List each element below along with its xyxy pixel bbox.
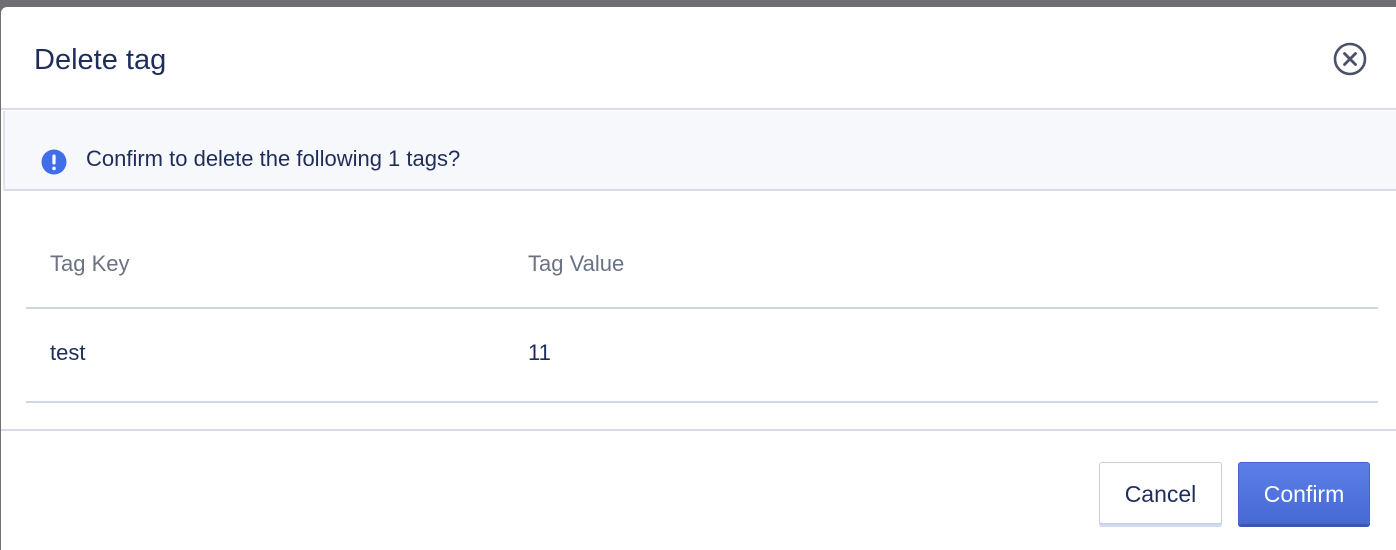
alert-message: Confirm to delete the following 1 tags? [86, 146, 461, 171]
confirm-button[interactable]: Confirm [1238, 462, 1370, 524]
tags-table: Tag Key Tag Value test 11 [26, 222, 1378, 403]
tag-key-cell: test [50, 340, 86, 365]
tag-value-cell: 11 [528, 340, 551, 365]
column-header-tag-key: Tag Key [50, 251, 130, 276]
column-header-tag-value: Tag Value [528, 251, 625, 276]
confirm-alert: Confirm to delete the following 1 tags? [3, 111, 1396, 191]
close-button[interactable] [1333, 42, 1367, 76]
dialog-title: Delete tag [34, 44, 167, 76]
cancel-button[interactable]: Cancel [1099, 462, 1222, 524]
info-exclamation-icon [41, 149, 67, 175]
dialog-footer: Cancel Confirm [1, 429, 1396, 550]
close-circle-icon [1333, 42, 1367, 76]
dialog-header: Delete tag [1, 7, 1396, 110]
table-header-row: Tag Key Tag Value [26, 222, 1378, 309]
delete-tag-dialog: Delete tag Confirm to delete the followi… [1, 7, 1396, 550]
table-row: test 11 [26, 309, 1378, 403]
